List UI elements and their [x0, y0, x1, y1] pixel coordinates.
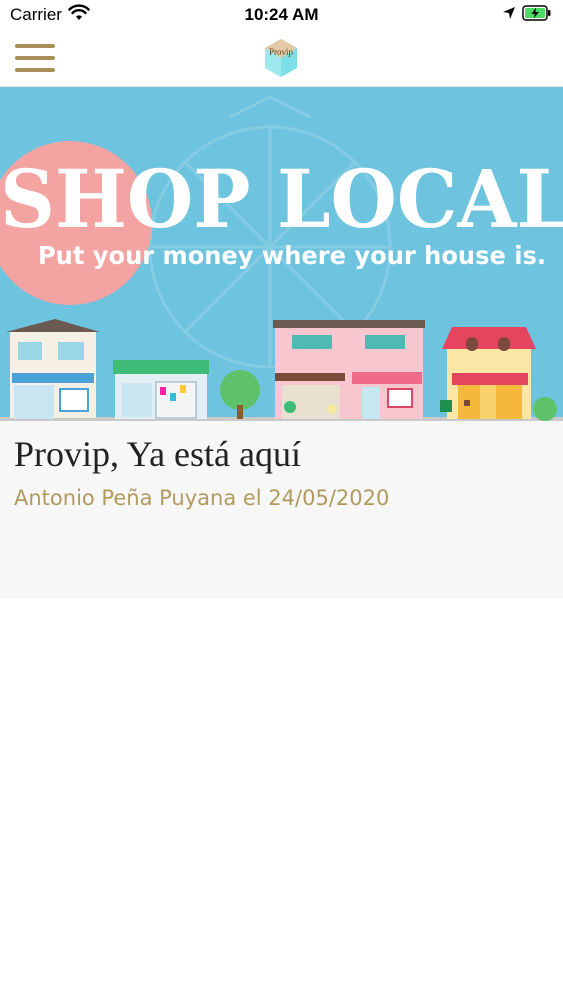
status-bar: Carrier 10:24 AM	[0, 0, 563, 30]
hero-tagline: Put your money where your house is.	[38, 241, 546, 270]
battery-charging-icon	[522, 5, 551, 21]
article-card[interactable]: Provip, Ya está aquí Antonio Peña Puyana…	[0, 421, 563, 599]
logo-text: Provip	[269, 47, 294, 57]
nav-bar: Provip	[0, 30, 563, 87]
article-author-date: Antonio Peña Puyana el 24/05/2020	[14, 486, 390, 510]
status-time: 10:24 AM	[244, 5, 319, 24]
hero-headline: SHOP LOCAL	[0, 152, 563, 246]
building-illustration	[6, 319, 100, 419]
menu-icon[interactable]	[15, 44, 55, 72]
hero-banner-image: SHOP LOCAL Put your money where your hou…	[0, 87, 563, 421]
provip-logo[interactable]: Provip	[263, 38, 299, 78]
article-title[interactable]: Provip, Ya está aquí	[14, 433, 301, 475]
location-arrow-icon	[503, 7, 515, 19]
